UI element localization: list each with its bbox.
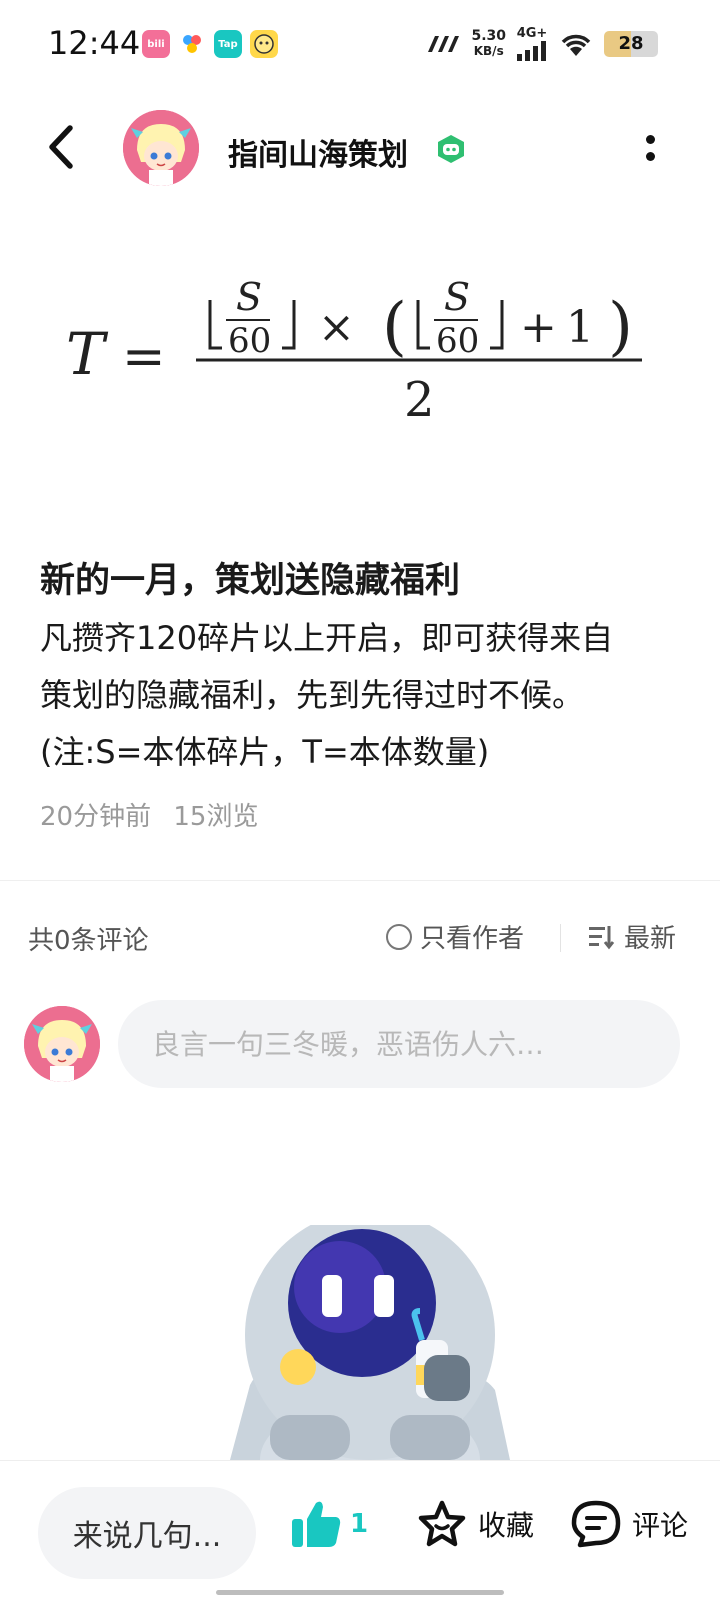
more-options-button[interactable] [638,130,662,166]
formula-image: T = S 60 × ( S 60 + 1 ) 2 [66,275,642,428]
game-app-icon [250,30,278,58]
quick-comment-button[interactable]: 来说几句... [38,1487,256,1579]
svg-text:=: = [122,327,166,387]
post-title: 新的一月，策划送隐藏福利 [40,561,461,601]
nfc-icon [428,35,460,52]
tap-app-icon: Tap [214,30,242,58]
wifi-icon [561,34,591,56]
cell-signal: 4G+ [516,26,548,61]
radio-circle-icon [386,923,412,950]
svg-text:2: 2 [404,372,435,428]
svg-text:T: T [66,320,109,388]
post-meta: 20分钟前 15浏览 [40,796,272,833]
status-bar: 12:44 bili Tap 5.30 KB/s 4G+ 28 [0,0,720,90]
like-count: 1 [350,1509,369,1539]
only-author-label: 只看作者 [420,924,525,954]
dot-icon [645,152,655,161]
comment-bubble-icon [571,1500,621,1548]
app-icon [178,30,206,58]
status-indicators: 5.30 KB/s 4G+ 28 [425,26,658,61]
svg-text:1: 1 [566,302,594,353]
status-time: 12:44 [48,24,141,62]
chevron-left-icon [49,125,73,169]
divider [0,880,720,881]
bottom-action-bar: 来说几句... 1 收藏 评论 [0,1460,720,1600]
back-button[interactable] [40,122,84,172]
post-header: 指间山海策划 [0,100,720,200]
comment-button[interactable]: 评论 [570,1499,688,1549]
separator [560,924,561,952]
svg-text:S: S [236,275,262,319]
net-speed: 5.30 KB/s [471,27,506,58]
svg-text:+: + [520,302,557,353]
sort-icon [589,925,615,949]
sort-newest-button[interactable]: 最新 [588,918,676,955]
only-author-toggle[interactable]: 只看作者 [386,918,524,955]
comment-input[interactable] [118,1000,680,1088]
battery-indicator: 28 [604,30,658,57]
thumbs-up-icon [292,1501,341,1547]
dot-icon [645,135,655,144]
post-body-line: (注:S=本体碎片，T=本体数量) [40,733,490,771]
like-button[interactable]: 1 [290,1499,368,1549]
post-time: 20分钟前 [40,802,152,832]
svg-text:×: × [318,302,355,353]
home-indicator[interactable] [216,1590,504,1595]
favorite-label: 收藏 [478,1509,535,1542]
svg-text:): ) [608,290,633,364]
verified-badge-icon [438,135,464,163]
svg-text:60: 60 [228,321,271,361]
post-views: 15浏览 [173,802,259,832]
notification-icons: bili Tap [142,30,278,58]
comment-label: 评论 [632,1509,689,1542]
author-avatar[interactable] [123,110,199,186]
sort-label: 最新 [624,924,677,954]
post-body: 凡攒齐120碎片以上开启，即可获得来自 策划的隐藏福利，先到先得过时不候。 (注… [40,610,690,781]
my-avatar [24,1006,100,1082]
svg-text:60: 60 [436,321,479,361]
comment-count: 共0条评论 [28,926,149,956]
post-body-line: 凡攒齐120碎片以上开启，即可获得来自 [40,619,614,657]
post-body-line: 策划的隐藏福利，先到先得过时不候。 [40,676,585,714]
star-icon [418,1500,466,1547]
svg-text:(: ( [382,290,407,364]
svg-text:S: S [444,275,470,319]
author-name[interactable]: 指间山海策划 [228,130,408,174]
bilibili-app-icon: bili [142,30,170,58]
empty-comments-illustration [230,1225,510,1460]
signal-icon [517,41,546,61]
favorite-button[interactable]: 收藏 [416,1499,534,1549]
